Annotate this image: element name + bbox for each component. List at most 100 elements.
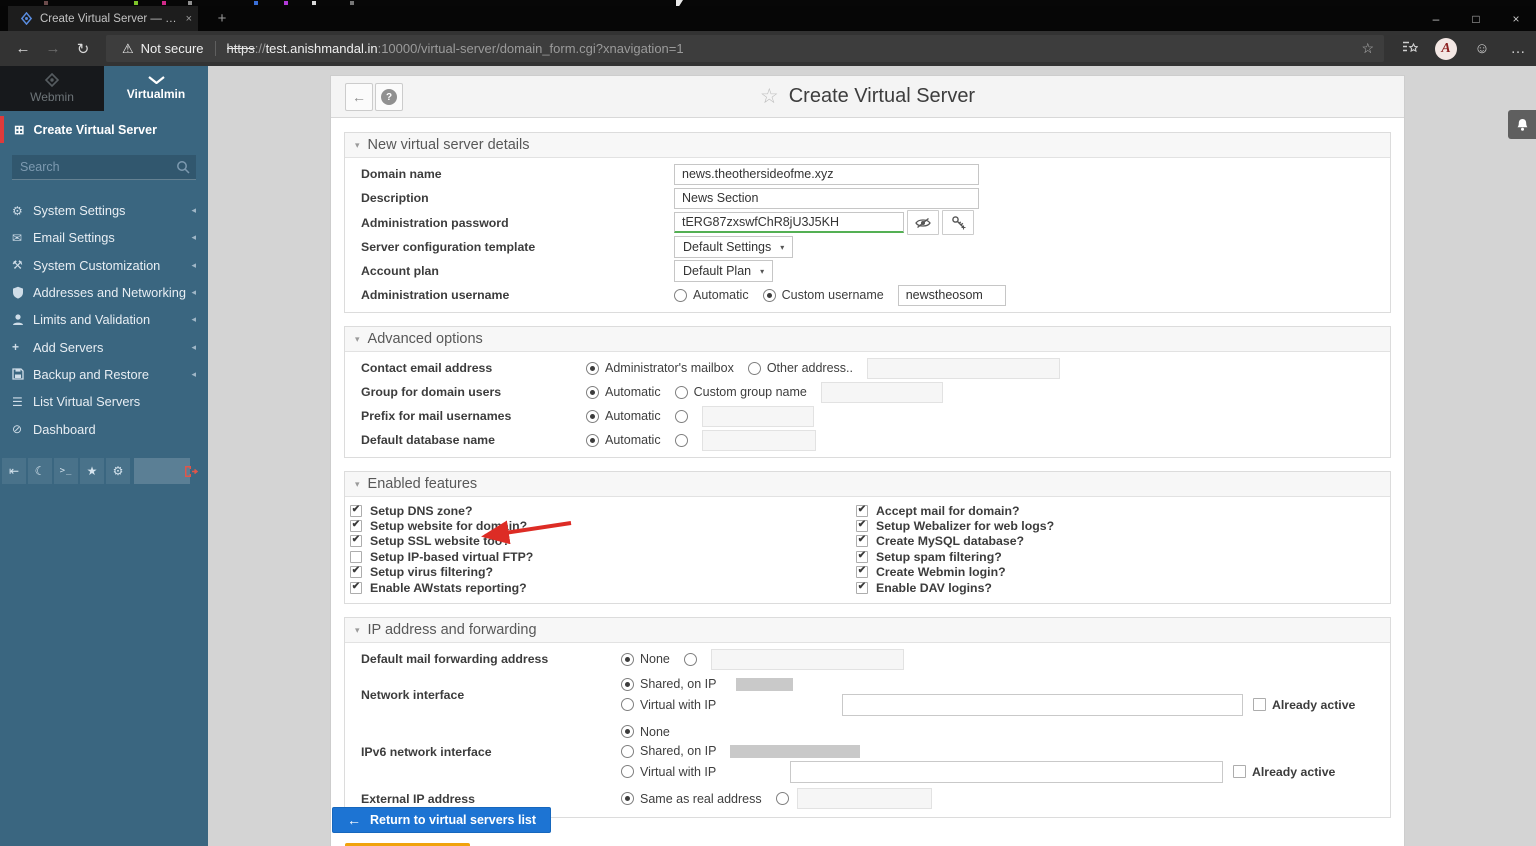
checkbox-checked-icon[interactable]: ✔ — [856, 582, 868, 594]
url-field[interactable]: ⚠ Not secure https://test.anishmandal.in… — [106, 35, 1384, 62]
username-custom-option[interactable]: Custom username — [763, 288, 884, 302]
database-custom-option[interactable] — [675, 434, 688, 447]
radio-icon[interactable] — [621, 698, 634, 711]
browser-tab[interactable]: Create Virtual Server — Webmin × — [8, 6, 198, 31]
sidebar-item-list-virtual-servers[interactable]: ☰ List Virtual Servers — [0, 388, 208, 415]
checkbox-icon[interactable] — [1233, 765, 1246, 778]
new-tab-button[interactable]: + — [210, 6, 234, 31]
radio-icon[interactable] — [675, 386, 688, 399]
contact-admin-mailbox-option[interactable]: Administrator's mailbox — [586, 361, 734, 375]
admin-password-input[interactable] — [674, 212, 904, 233]
browser-menu-icon[interactable]: … — [1500, 40, 1536, 57]
favorites-bar-icon[interactable] — [1392, 40, 1428, 58]
feedback-smiley-icon[interactable]: ☺ — [1464, 40, 1500, 57]
sidebar-item-addresses-networking[interactable]: Addresses and Networking ◂ — [0, 279, 208, 306]
checkbox-icon[interactable] — [350, 551, 362, 563]
network-shared-option[interactable]: Shared, on IP — [621, 677, 716, 691]
server-template-select[interactable]: Default Settings ▾ — [674, 236, 793, 258]
favorite-star-icon[interactable]: ☆ — [1361, 40, 1374, 57]
group-custom-option[interactable]: Custom group name — [675, 385, 807, 399]
radio-checked-icon[interactable] — [621, 792, 634, 805]
radio-icon[interactable] — [621, 765, 634, 778]
prefix-custom-option[interactable] — [675, 410, 688, 423]
checkbox-checked-icon[interactable]: ✔ — [856, 505, 868, 517]
radio-checked-icon[interactable] — [586, 362, 599, 375]
sidebar-item-system-customization[interactable]: ⚒ System Customization ◂ — [0, 252, 208, 279]
ipv6-shared-option[interactable]: Shared, on IP — [621, 744, 716, 758]
tab-virtualmin[interactable]: Virtualmin — [104, 66, 208, 111]
checkbox-checked-icon[interactable]: ✔ — [856, 520, 868, 532]
feature-setup-ssl-website[interactable]: ✔Setup SSL website too? — [350, 534, 856, 549]
username-automatic-option[interactable]: Automatic — [674, 288, 749, 302]
external-same-option[interactable]: Same as real address — [621, 792, 762, 806]
radio-icon[interactable] — [776, 792, 789, 805]
sidebar-item-system-settings[interactable]: ⚙ System Settings ◂ — [0, 197, 208, 224]
feature-setup-ip-ftp[interactable]: Setup IP-based virtual FTP? — [350, 549, 856, 564]
terminal-icon[interactable]: >_ — [54, 458, 78, 484]
forwarding-address-input[interactable] — [711, 649, 904, 670]
sidebar-item-dashboard[interactable]: ⊘ Dashboard — [0, 415, 208, 442]
night-mode-icon[interactable]: ☾ — [28, 458, 52, 484]
radio-checked-icon[interactable] — [763, 289, 776, 302]
toggle-password-visibility-button[interactable] — [907, 210, 939, 235]
section-header[interactable]: ▾ Enabled features — [345, 472, 1390, 497]
description-input[interactable] — [674, 188, 979, 209]
feature-accept-mail[interactable]: ✔Accept mail for domain? — [856, 503, 1362, 518]
contact-other-address-option[interactable]: Other address.. — [748, 361, 853, 375]
section-header[interactable]: ▾ Advanced options — [345, 327, 1390, 352]
radio-icon[interactable] — [675, 410, 688, 423]
page-help-button[interactable]: ? — [375, 83, 403, 111]
checkbox-checked-icon[interactable]: ✔ — [350, 520, 362, 532]
section-header[interactable]: ▾ IP address and forwarding — [345, 618, 1390, 643]
window-minimize-icon[interactable]: – — [1416, 6, 1456, 31]
collapse-sidebar-icon[interactable]: ⇤ — [2, 458, 26, 484]
prefix-automatic-option[interactable]: Automatic — [586, 409, 661, 423]
network-virtual-ip-input[interactable] — [842, 694, 1243, 716]
database-automatic-option[interactable]: Automatic — [586, 433, 661, 447]
checkbox-checked-icon[interactable]: ✔ — [350, 566, 362, 578]
sidebar-item-email-settings[interactable]: ✉ Email Settings ◂ — [0, 224, 208, 251]
favorites-icon[interactable]: ★ — [80, 458, 104, 484]
checkbox-checked-icon[interactable]: ✔ — [856, 535, 868, 547]
ipv6-virtual-ip-input[interactable] — [790, 761, 1223, 783]
other-address-input[interactable] — [867, 358, 1060, 379]
not-secure-label[interactable]: Not secure — [141, 41, 204, 56]
sidebar-search-input[interactable] — [12, 155, 196, 180]
settings-gears-icon[interactable]: ⚙ — [106, 458, 130, 484]
group-automatic-option[interactable]: Automatic — [586, 385, 661, 399]
radio-checked-icon[interactable] — [621, 725, 634, 738]
radio-checked-icon[interactable] — [621, 653, 634, 666]
account-plan-select[interactable]: Default Plan ▾ — [674, 260, 773, 282]
radio-checked-icon[interactable] — [586, 410, 599, 423]
window-restore-icon[interactable]: □ — [1456, 6, 1496, 31]
network-already-active[interactable]: Already active — [1253, 698, 1355, 712]
radio-checked-icon[interactable] — [621, 678, 634, 691]
page-back-button[interactable]: ← — [345, 83, 373, 111]
custom-group-input[interactable] — [821, 382, 943, 403]
feature-setup-website[interactable]: ✔Setup website for domain? — [350, 518, 856, 533]
browser-profile-avatar[interactable]: A — [1435, 38, 1457, 60]
ipv6-virtual-option[interactable]: Virtual with IP — [621, 765, 776, 779]
radio-icon[interactable] — [621, 745, 634, 758]
tab-webmin[interactable]: Webmin — [0, 66, 104, 111]
feature-virus-filtering[interactable]: ✔Setup virus filtering? — [350, 565, 856, 580]
radio-checked-icon[interactable] — [586, 386, 599, 399]
tab-close-icon[interactable]: × — [186, 13, 192, 25]
feature-awstats[interactable]: ✔Enable AWstats reporting? — [350, 580, 856, 595]
forwarding-none-option[interactable]: None — [621, 652, 670, 666]
checkbox-checked-icon[interactable]: ✔ — [350, 505, 362, 517]
custom-username-input[interactable] — [898, 285, 1006, 306]
external-custom-option[interactable] — [776, 792, 789, 805]
radio-checked-icon[interactable] — [586, 434, 599, 447]
browser-forward-icon[interactable]: → — [38, 40, 68, 57]
radio-icon[interactable] — [684, 653, 697, 666]
radio-icon[interactable] — [675, 434, 688, 447]
sidebar-item-limits-validation[interactable]: Limits and Validation ◂ — [0, 306, 208, 333]
forwarding-address-option[interactable] — [684, 653, 697, 666]
prefix-input[interactable] — [702, 406, 814, 427]
checkbox-icon[interactable] — [1253, 698, 1266, 711]
feature-mysql-database[interactable]: ✔Create MySQL database? — [856, 534, 1362, 549]
sidebar-item-add-servers[interactable]: + Add Servers ◂ — [0, 333, 208, 360]
window-close-icon[interactable]: × — [1496, 6, 1536, 31]
title-star-icon[interactable]: ☆ — [760, 84, 779, 109]
